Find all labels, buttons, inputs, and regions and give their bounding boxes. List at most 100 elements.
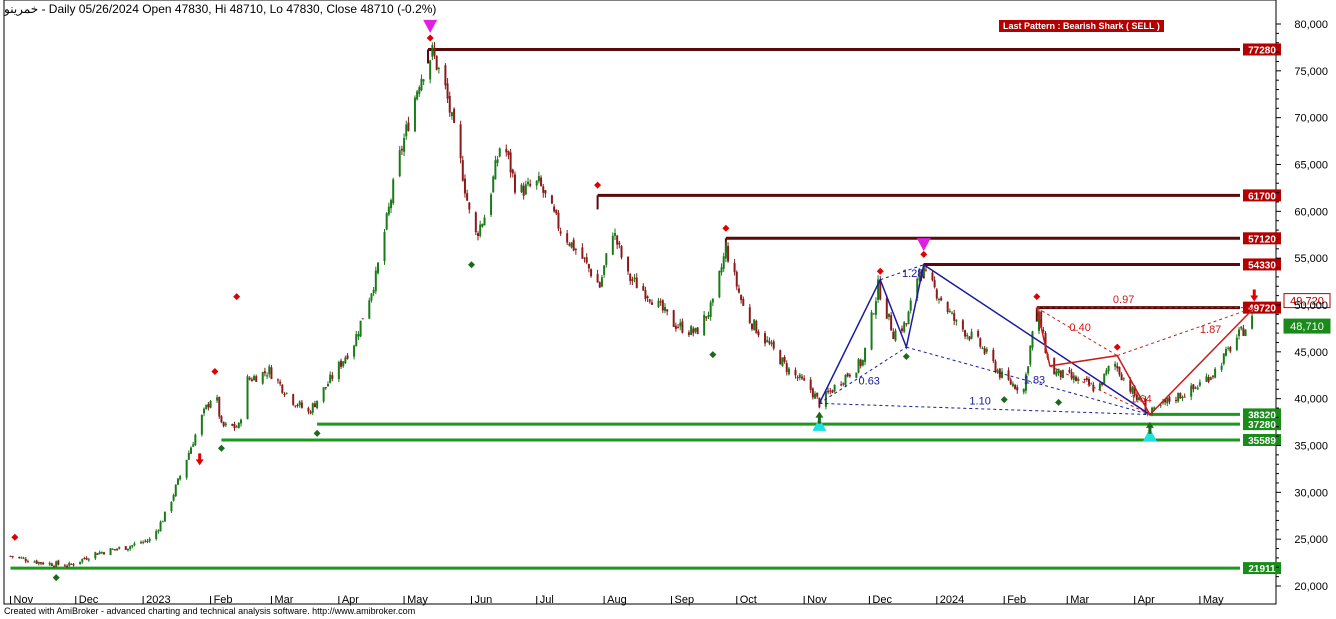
x-tick-label: Mar	[1070, 594, 1089, 606]
candle-body	[250, 379, 253, 381]
y-tick-label: 65,000	[1294, 160, 1328, 172]
candle-body	[309, 411, 312, 414]
candle-body	[1205, 376, 1208, 382]
candle-body	[513, 174, 516, 193]
candle-body	[1240, 326, 1243, 329]
candle-body	[370, 293, 373, 301]
candle-body	[477, 233, 480, 237]
candle-body	[1083, 378, 1086, 380]
candle-body	[1105, 370, 1108, 375]
level-label: 77280	[1248, 45, 1276, 56]
candle-body	[657, 300, 660, 308]
candle-body	[529, 183, 532, 186]
diamond-green-marker	[709, 351, 717, 359]
candle-body	[809, 379, 812, 390]
candle-body	[1011, 383, 1014, 387]
candle-body	[816, 392, 819, 397]
candle-body	[696, 327, 699, 334]
level-label: 35589	[1248, 436, 1276, 447]
candle-body	[35, 560, 38, 564]
candle-body	[598, 282, 601, 288]
candle-body	[505, 148, 508, 153]
candle-body	[307, 408, 310, 412]
y-tick-label: 75,000	[1294, 66, 1328, 78]
candle-body	[98, 552, 101, 555]
candle-body	[422, 79, 425, 82]
diamond-green-marker	[52, 574, 60, 582]
candle-body	[298, 401, 301, 406]
candle-body	[1014, 385, 1017, 389]
candle-body	[711, 298, 714, 303]
x-tick-label: May	[1203, 594, 1224, 606]
candle-body	[540, 177, 543, 186]
candle-body	[416, 91, 419, 100]
candle-body	[1179, 393, 1182, 399]
candle-body	[966, 334, 969, 337]
candle-body	[109, 548, 112, 556]
candle-body	[798, 374, 801, 378]
diamond-red-marker	[1033, 293, 1041, 301]
candle-body	[148, 538, 151, 542]
candle-body	[253, 376, 256, 381]
candle-body	[1103, 373, 1106, 384]
candle-body	[1209, 377, 1212, 381]
candle-body	[111, 548, 114, 550]
candle-body	[983, 348, 986, 354]
candle-body	[568, 243, 571, 246]
candle-body	[764, 333, 767, 344]
candle-body	[337, 362, 340, 380]
candle-body	[544, 190, 547, 194]
candle-body	[42, 562, 45, 565]
candle-body	[803, 378, 806, 381]
x-tick-label: Mar	[274, 594, 293, 606]
diamond-green-marker	[1000, 396, 1008, 404]
level-label: 21911	[1248, 564, 1276, 575]
x-tick-label: Nov	[14, 594, 34, 606]
candle-body	[951, 312, 954, 314]
candle-body	[935, 289, 938, 299]
candle-body	[420, 78, 423, 91]
candle-body	[1085, 377, 1088, 381]
candle-body	[405, 124, 408, 137]
candle-body	[220, 416, 223, 423]
candle-body	[174, 484, 177, 497]
price-chart[interactable]: 7728061700571205433049720383203728035589…	[0, 0, 1336, 619]
candle-body	[1183, 396, 1186, 398]
candle-body	[231, 423, 234, 426]
candle-body	[872, 313, 875, 315]
candle-body	[1061, 369, 1064, 379]
candle-body	[557, 212, 560, 229]
sell-triangle-marker	[916, 238, 931, 252]
candle-body	[964, 330, 967, 337]
candle-body	[103, 552, 106, 555]
candle-body	[463, 178, 466, 194]
candle-body	[848, 374, 851, 377]
candle-body	[1116, 365, 1119, 369]
diamond-red-marker	[426, 34, 434, 42]
candle-body	[446, 83, 449, 99]
candle-body	[218, 396, 221, 417]
candle-body	[933, 280, 936, 288]
candle-body	[194, 434, 197, 446]
candle-body	[1238, 329, 1241, 336]
candle-body	[418, 87, 421, 94]
candle-body	[155, 531, 158, 539]
y-tick-label: 70,000	[1294, 113, 1328, 125]
candle-body	[450, 112, 453, 117]
candle-body	[96, 553, 99, 555]
candle-body	[796, 376, 799, 379]
candle-body	[553, 206, 556, 212]
candle-body	[894, 330, 897, 341]
candle-body	[374, 270, 377, 292]
candle-body	[1029, 345, 1032, 365]
candle-body	[492, 176, 495, 193]
diamond-green-marker	[467, 261, 475, 269]
candle-body	[100, 551, 103, 554]
candle-body	[1207, 377, 1210, 382]
candle-body	[1174, 399, 1177, 401]
candle-body	[827, 390, 830, 393]
candle-body	[596, 274, 599, 283]
candle-body	[996, 370, 999, 373]
candle-body	[403, 138, 406, 152]
candle-body	[1166, 398, 1169, 404]
